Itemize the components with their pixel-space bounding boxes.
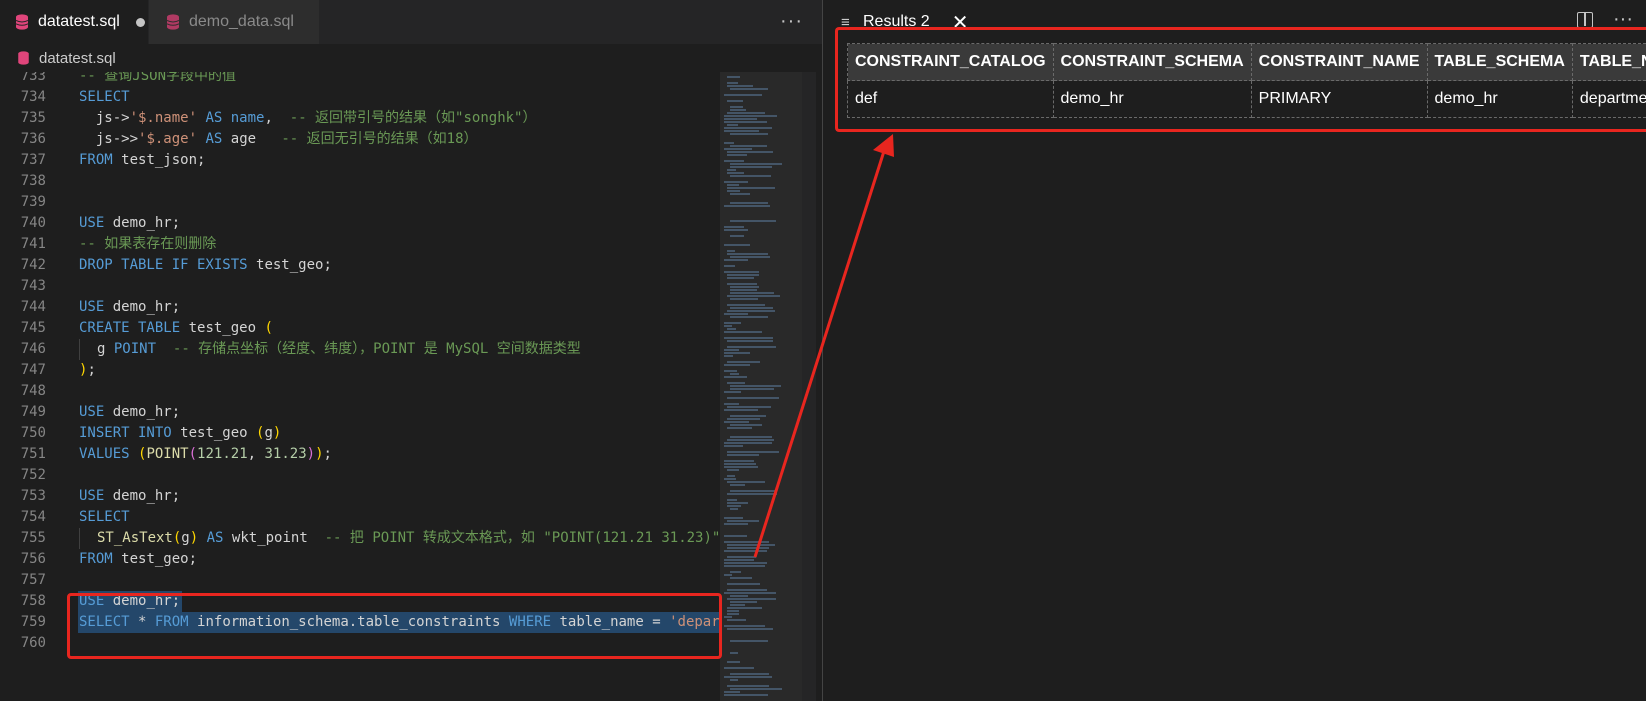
annotation-arrow <box>753 134 894 558</box>
